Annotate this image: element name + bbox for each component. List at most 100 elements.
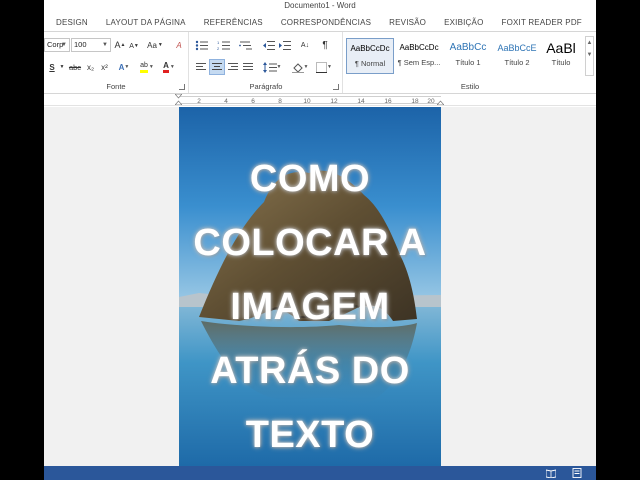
justify-button[interactable]: [241, 60, 255, 74]
left-indent-marker[interactable]: [175, 94, 182, 105]
chevron-down-icon: ▼: [586, 52, 593, 58]
chevron-down-icon: ▼: [61, 42, 67, 48]
increase-indent-button[interactable]: [278, 38, 292, 52]
show-formatting-button[interactable]: ¶: [318, 38, 332, 52]
align-center-button[interactable]: [209, 59, 225, 75]
styles-group: AaBbCcDc ¶ Normal AaBbCcDc ¶ Sem Esp... …: [344, 32, 596, 93]
text-effects-button[interactable]: A ▼: [117, 60, 131, 74]
multilevel-list-button[interactable]: [238, 38, 256, 52]
document-page[interactable]: COMO COLOCAR A IMAGEM ATRÁS DO TEXTO: [179, 107, 441, 466]
text-line: TEXTO: [245, 414, 375, 456]
tab-foxit-reader-pdf[interactable]: FOXIT READER PDF: [493, 18, 591, 27]
align-center-icon: [211, 63, 222, 70]
borders-button[interactable]: ▼: [314, 60, 334, 74]
borders-icon: [316, 61, 328, 73]
chevron-down-icon: ▼: [102, 42, 108, 48]
numbering-icon: 12: [217, 40, 230, 51]
font-color-button[interactable]: A ▼: [160, 60, 178, 74]
text-line: COMO: [249, 158, 371, 200]
highlight-icon: ab: [140, 61, 148, 73]
style-heading-2[interactable]: AaBbCcE Título 2: [493, 38, 541, 74]
style-no-spacing[interactable]: AaBbCcDc ¶ Sem Esp...: [395, 38, 443, 74]
line-spacing-button[interactable]: ▼: [262, 60, 282, 74]
font-size-dropdown[interactable]: 100 ▼: [71, 38, 111, 52]
style-name: ¶ Sem Esp...: [397, 58, 441, 67]
right-indent-marker[interactable]: [437, 94, 444, 105]
increase-indent-icon: [279, 40, 291, 50]
read-mode-icon[interactable]: [546, 468, 556, 478]
text-line: IMAGEM: [230, 286, 390, 328]
grow-font-button[interactable]: A ▲: [114, 38, 126, 52]
ruler-number: 4: [224, 98, 228, 105]
superscript-button[interactable]: x²: [98, 60, 111, 74]
style-name: Título: [551, 58, 571, 67]
highlight-button[interactable]: ab ▼: [138, 60, 156, 74]
style-title[interactable]: AaBl Título: [540, 38, 582, 74]
align-right-icon: [227, 63, 238, 70]
style-sample: AaBbCcDc: [399, 43, 439, 52]
tab-references[interactable]: REFERÊNCIAS: [195, 18, 272, 27]
font-name-dropdown[interactable]: Corp ▼: [44, 38, 70, 52]
print-layout-icon[interactable]: [572, 468, 582, 478]
status-bar: [44, 466, 596, 480]
paragraph-group-label: Parágrafo: [249, 82, 283, 91]
overlay-text[interactable]: COMO COLOCAR A IMAGEM ATRÁS DO TEXTO: [179, 147, 441, 466]
horizontal-ruler[interactable]: 2 4 6 8 10 12 14 16 18 20: [44, 94, 596, 106]
document-canvas[interactable]: COMO COLOCAR A IMAGEM ATRÁS DO TEXTO: [44, 107, 596, 466]
paragraph-group: 12 A↓ ¶ ▼ ▼ ▼ Parágrafo: [190, 32, 343, 93]
align-right-button[interactable]: [226, 60, 240, 74]
decrease-indent-icon: [263, 40, 275, 50]
chevron-up-icon: ▲: [586, 40, 593, 46]
tab-mailings[interactable]: CORRESPONDÊNCIAS: [272, 18, 380, 27]
align-left-icon: [195, 63, 206, 70]
multilevel-icon: [239, 41, 252, 49]
text-line: ATRÁS DO: [210, 350, 410, 392]
styles-group-label: Estilo: [460, 82, 480, 91]
tab-design[interactable]: DESIGN: [44, 18, 97, 27]
svg-text:1: 1: [217, 40, 220, 45]
line-spacing-icon: [262, 61, 277, 73]
style-name: Título 1: [455, 58, 481, 67]
tab-review[interactable]: REVISÃO: [380, 18, 435, 27]
styles-gallery-scroll[interactable]: ▲ ▼: [585, 36, 594, 76]
ruler-number: 16: [384, 98, 392, 105]
tab-view[interactable]: EXIBIÇÃO: [435, 18, 492, 27]
change-case-button[interactable]: Aa ▼: [146, 38, 164, 52]
style-heading-1[interactable]: AaBbCc Título 1: [444, 38, 492, 74]
ruler-number: 18: [411, 98, 419, 105]
sort-button[interactable]: A↓: [298, 38, 312, 52]
subscript-icon: x₂: [86, 62, 95, 72]
font-group-label: Fonte: [106, 82, 126, 91]
strikethrough-button[interactable]: abc: [67, 60, 83, 74]
clear-formatting-button[interactable]: A: [172, 38, 186, 52]
font-dialog-launcher[interactable]: [179, 84, 185, 90]
decrease-indent-button[interactable]: [262, 38, 276, 52]
style-sample: AaBl: [546, 40, 576, 56]
word-window: Documento1 - Word DESIGN LAYOUT DA PÁGIN…: [44, 0, 596, 480]
style-name: Título 2: [504, 58, 530, 67]
clear-formatting-icon: A: [176, 40, 182, 50]
superscript-icon: x²: [101, 62, 108, 72]
ruler-number: 8: [278, 98, 282, 105]
ruler-number: 12: [330, 98, 338, 105]
shrink-font-button[interactable]: A ▼: [128, 39, 140, 53]
bullets-button[interactable]: [194, 38, 212, 52]
align-left-button[interactable]: [194, 60, 208, 74]
underline-icon: S: [49, 62, 55, 72]
ruler-track: 2 4 6 8 10 12 14 16 18 20: [179, 96, 441, 105]
style-normal[interactable]: AaBbCcDc ¶ Normal: [346, 38, 394, 74]
subscript-button[interactable]: x₂: [84, 60, 97, 74]
paragraph-dialog-launcher[interactable]: [333, 84, 339, 90]
ribbon: Corp ▼ 100 ▼ A ▲ A ▼ Aa ▼ A S ▼ abc x₂ x² A ▼ …: [44, 31, 596, 94]
ruler-number: 2: [197, 98, 201, 105]
pilcrow-icon: ¶: [322, 39, 328, 51]
shading-button[interactable]: ▼: [290, 60, 310, 74]
numbering-button[interactable]: 12: [216, 38, 234, 52]
sort-icon: A↓: [300, 41, 310, 49]
underline-dropdown[interactable]: ▼: [58, 60, 66, 74]
tab-page-layout[interactable]: LAYOUT DA PÁGINA: [97, 18, 195, 27]
underline-button[interactable]: S: [46, 60, 58, 74]
window-title: Documento1 - Word: [44, 0, 596, 12]
ruler-number: 14: [357, 98, 365, 105]
style-sample: AaBbCcDc: [350, 44, 390, 53]
